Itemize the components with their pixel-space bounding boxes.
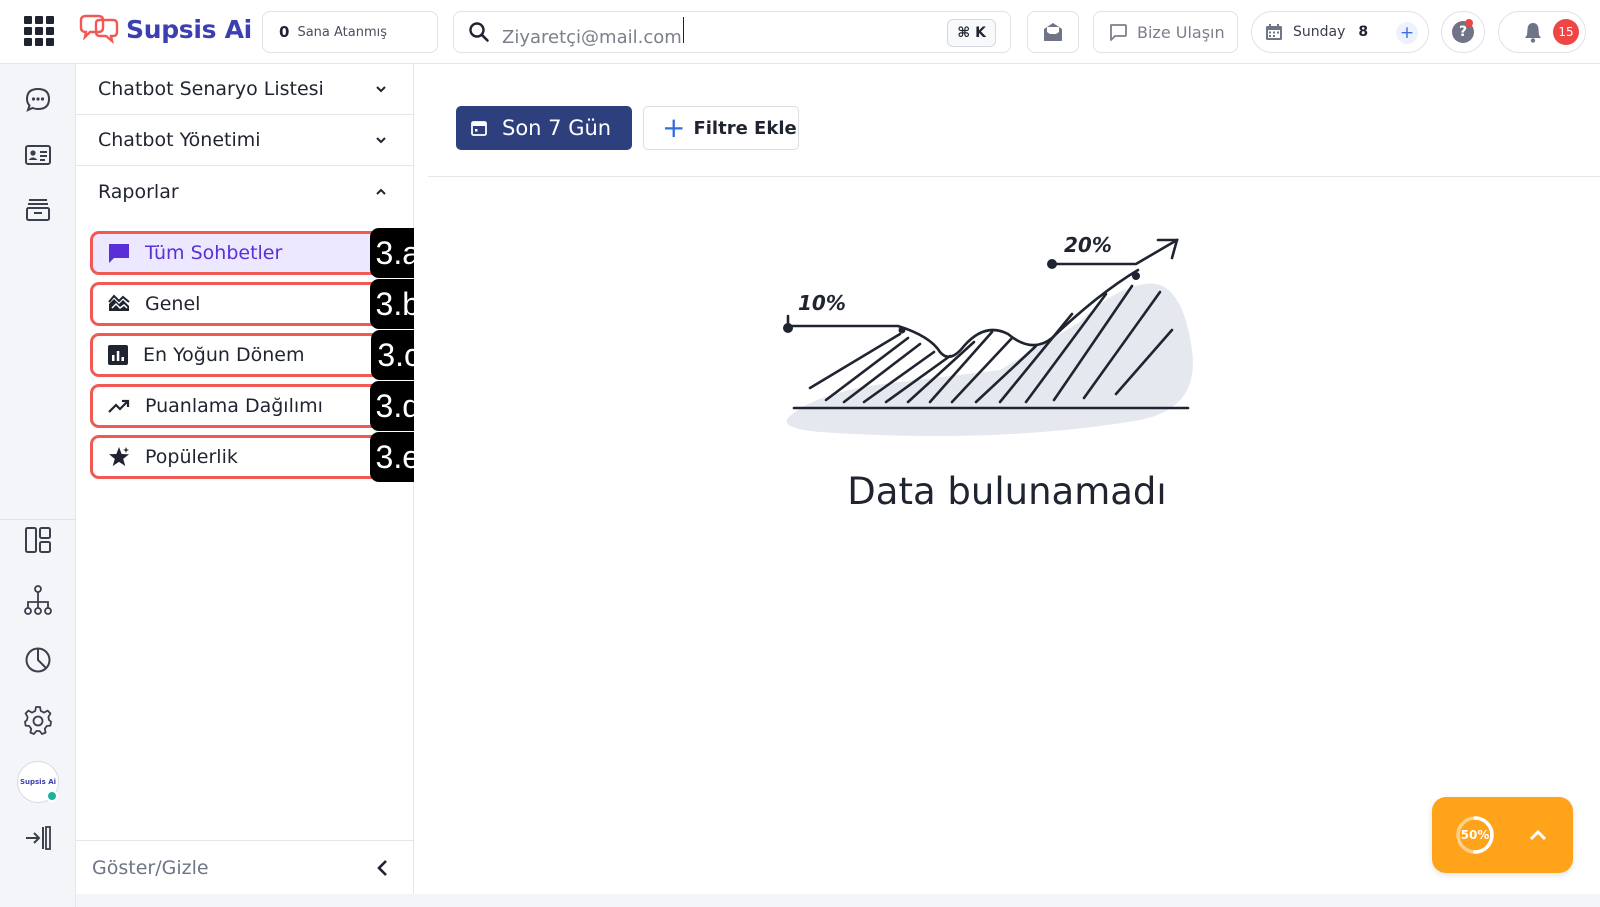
brand-logo[interactable]: Supsis Ai (78, 14, 252, 44)
search-field[interactable]: Ziyaretçi@mail.com ⌘ K (453, 11, 1011, 53)
avatar-label: Supsis Ai (19, 778, 57, 786)
section-label: Chatbot Senaryo Listesi (98, 78, 324, 100)
inbox-icon (1044, 23, 1062, 41)
top-bar: Supsis Ai 0 Sana Atanmış Ziyaretçi@mail.… (0, 0, 1600, 64)
bar-chart-icon (108, 345, 128, 365)
contact-card-icon (25, 145, 51, 165)
rail-contacts[interactable] (20, 137, 56, 173)
star-icon (109, 447, 129, 466)
date-day: Sunday (1293, 24, 1346, 40)
empty-state-message: Data bulunamadı (847, 470, 1167, 513)
rail-dashboard[interactable] (20, 522, 56, 558)
chevron-down-icon (376, 86, 386, 93)
report-item-popularity[interactable]: Popülerlik 3.e (90, 432, 426, 482)
search-input[interactable]: Ziyaretçi@mail.com (502, 16, 684, 48)
rail-logout[interactable] (20, 820, 56, 856)
main-content: Son 7 Gün + Filtre Ekle 10% 20% Data bul… (414, 64, 1600, 894)
chevron-up-icon (376, 188, 386, 195)
notification-count-badge: 15 (1553, 19, 1579, 45)
report-item-all-chats[interactable]: Tüm Sohbetler 3.a (90, 228, 426, 278)
toolbar-divider (428, 176, 1600, 177)
left-rail: Supsis Ai (0, 64, 76, 907)
section-chatbot-scenarios[interactable]: Chatbot Senaryo Listesi (76, 64, 413, 115)
chat-bubble-icon (25, 87, 51, 112)
contact-us-button[interactable]: Bize Ulaşın (1093, 11, 1238, 53)
add-filter-label: Filtre Ekle (693, 117, 797, 139)
assigned-label: Sana Atanmış (297, 24, 388, 40)
assigned-to-me-button[interactable]: 0 Sana Atanmış (262, 11, 438, 53)
chat-icon (109, 244, 129, 263)
calendar-icon (471, 121, 487, 136)
plus-icon: + (662, 111, 686, 144)
onboarding-progress-button[interactable]: 50% (1432, 797, 1573, 873)
apps-grid-icon[interactable] (24, 16, 54, 46)
date-range-button[interactable]: Son 7 Gün (456, 106, 632, 150)
rail-archive[interactable] (20, 192, 56, 228)
user-avatar[interactable]: Supsis Ai (17, 761, 59, 803)
rail-reports[interactable] (20, 642, 56, 678)
growth-chart-illustration: 10% 20% (783, 233, 1193, 436)
rail-settings[interactable] (20, 702, 56, 738)
text-cursor (682, 16, 684, 43)
dashboard-icon (25, 527, 51, 553)
bell-icon (1525, 23, 1541, 43)
rail-divider (0, 519, 76, 520)
section-reports[interactable]: Raporlar (76, 166, 413, 217)
search-shortcut-badge: ⌘ K (947, 19, 996, 47)
contact-us-label: Bize Ulaşın (1137, 22, 1225, 42)
illustration-label-20: 20% (1064, 233, 1112, 257)
add-date-button[interactable]: + (1396, 22, 1418, 44)
date-range-label: Son 7 Gün (502, 116, 612, 140)
inbox-button[interactable] (1027, 11, 1079, 53)
report-item-label: Genel (145, 293, 201, 315)
chevron-down-icon (376, 137, 386, 144)
section-chatbot-management[interactable]: Chatbot Yönetimi (76, 115, 413, 166)
add-filter-button[interactable]: + Filtre Ekle (643, 106, 799, 150)
brand-name: Supsis Ai (126, 14, 252, 44)
help-notification-dot (1465, 19, 1473, 27)
report-item-rating-distribution[interactable]: Puanlama Dağılımı 3.d (90, 381, 426, 431)
report-item-label: Popülerlik (145, 446, 238, 468)
logout-icon (26, 826, 51, 850)
rail-hierarchy[interactable] (20, 582, 56, 618)
chevron-up-icon (1529, 829, 1547, 841)
date-picker-button[interactable]: Sunday 8 + (1251, 11, 1429, 53)
online-status-dot (46, 790, 58, 802)
message-icon (1110, 24, 1127, 41)
calendar-icon (1266, 24, 1282, 40)
chevron-left-icon (377, 859, 387, 876)
report-item-label: En Yoğun Dönem (143, 344, 305, 366)
hierarchy-icon (24, 585, 52, 615)
progress-label: 50% (1460, 828, 1490, 842)
help-button[interactable]: ? (1441, 11, 1485, 53)
notifications-button[interactable]: 15 (1498, 11, 1586, 53)
archive-icon (26, 199, 50, 221)
pie-chart-icon (25, 647, 51, 673)
search-icon (469, 22, 489, 42)
gear-icon (24, 706, 52, 735)
report-item-label: Tüm Sohbetler (145, 242, 283, 264)
section-label: Chatbot Yönetimi (98, 129, 261, 151)
toggle-panel-button[interactable]: Göster/Gizle (76, 840, 414, 894)
landscape-icon (108, 294, 130, 311)
illustration-label-10: 10% (798, 291, 846, 315)
toggle-panel-label: Göster/Gizle (92, 856, 209, 879)
trending-up-icon (108, 399, 130, 413)
report-item-general[interactable]: Genel 3.b (90, 279, 426, 329)
report-item-busiest-period[interactable]: En Yoğun Dönem 3.c (90, 330, 426, 380)
progress-ring: 50% (1454, 814, 1496, 856)
report-item-label: Puanlama Dağılımı (145, 395, 323, 417)
assigned-count: 0 (279, 23, 290, 41)
rail-chats[interactable] (20, 82, 56, 118)
logo-icon (79, 14, 119, 44)
section-label: Raporlar (98, 180, 179, 203)
date-number: 8 (1358, 24, 1369, 40)
reports-side-panel: Chatbot Senaryo Listesi Chatbot Yönetimi… (76, 64, 426, 894)
